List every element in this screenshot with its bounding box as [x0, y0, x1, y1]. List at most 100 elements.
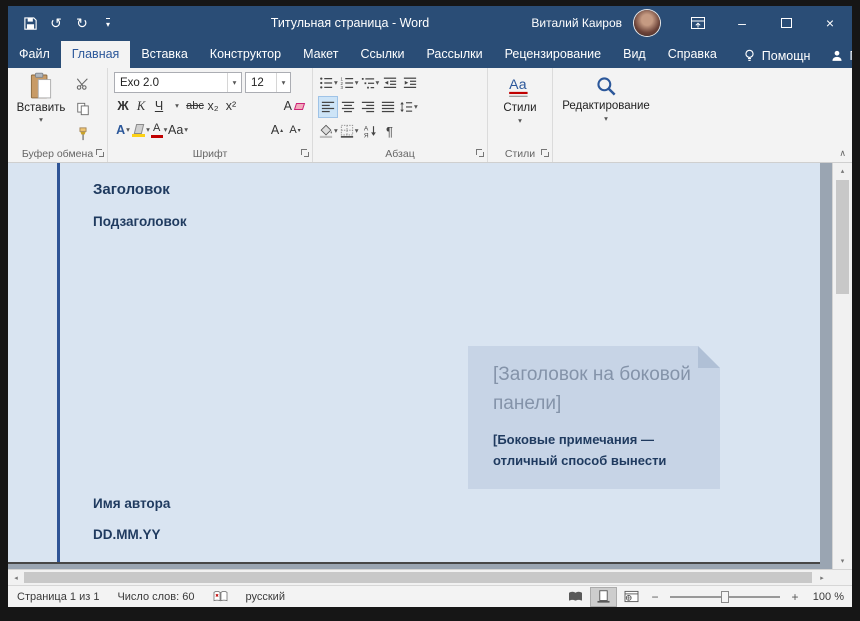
underline-dropdown[interactable]: ▾: [168, 96, 186, 116]
grow-font-button[interactable]: А▴: [268, 120, 286, 140]
highlight-button[interactable]: ▾: [132, 120, 150, 140]
print-layout-button[interactable]: [591, 588, 616, 606]
paste-button[interactable]: Вставить ▾: [13, 72, 69, 138]
paragraph-dialog-launcher[interactable]: [476, 149, 485, 158]
font-size-value: 12: [246, 77, 276, 89]
save-button[interactable]: [18, 11, 42, 35]
doc-author[interactable]: Имя автора: [93, 496, 170, 511]
horizontal-scrollbar[interactable]: ◂ ▸: [8, 569, 852, 585]
read-mode-button[interactable]: [563, 588, 588, 606]
clipboard-dialog-launcher[interactable]: [96, 149, 105, 158]
lightbulb-icon: [742, 48, 757, 63]
increase-indent-button[interactable]: [401, 73, 419, 93]
zoom-in-button[interactable]: +: [787, 589, 803, 605]
clear-formatting-button[interactable]: А: [284, 96, 304, 116]
maximize-button[interactable]: [764, 6, 808, 40]
zoom-out-button[interactable]: −: [647, 589, 663, 605]
tab-insert[interactable]: Вставка: [130, 41, 198, 68]
undo-button[interactable]: ↺: [44, 11, 68, 35]
sort-button[interactable]: [361, 121, 379, 141]
show-formatting-marks-button[interactable]: ¶: [381, 121, 399, 141]
redo-button[interactable]: ↻: [70, 11, 94, 35]
font-size-combo[interactable]: 12 ▾: [245, 72, 291, 93]
tab-mailings[interactable]: Рассылки: [415, 41, 493, 68]
editing-button[interactable]: Редактирование ▾: [556, 72, 656, 158]
decrease-indent-button[interactable]: [381, 73, 399, 93]
tab-home[interactable]: Главная: [61, 41, 131, 68]
scroll-down-button[interactable]: ▾: [833, 553, 852, 569]
triangle-down-icon: ▾: [298, 127, 301, 134]
tab-design[interactable]: Конструктор: [199, 41, 292, 68]
language-indicator[interactable]: русский: [237, 591, 294, 603]
horizontal-scroll-thumb[interactable]: [24, 572, 812, 583]
ribbon-display-options-button[interactable]: [676, 6, 720, 40]
font-name-combo[interactable]: Exo 2.0 ▾: [114, 72, 242, 93]
format-painter-button[interactable]: [74, 124, 92, 144]
change-case-button[interactable]: Aa▾: [168, 120, 188, 140]
close-button[interactable]: ×: [808, 6, 852, 40]
align-center-button[interactable]: [339, 97, 357, 117]
superscript-button[interactable]: x²: [222, 96, 240, 116]
borders-button[interactable]: ▾: [340, 121, 359, 141]
italic-button[interactable]: К: [132, 96, 150, 116]
underline-button[interactable]: Ч: [150, 96, 168, 116]
justify-button[interactable]: [379, 97, 397, 117]
tab-review[interactable]: Рецензирование: [494, 41, 613, 68]
line-spacing-button[interactable]: ▾: [399, 97, 418, 117]
tab-help[interactable]: Справка: [657, 41, 728, 68]
vertical-scroll-thumb[interactable]: [836, 180, 849, 294]
styles-button[interactable]: Стили ▾: [491, 72, 549, 142]
numbering-button[interactable]: ▾: [340, 73, 359, 93]
subscript-button[interactable]: x₂: [204, 96, 222, 116]
panel-title[interactable]: [Заголовок на боковой панели]: [493, 360, 693, 419]
shrink-font-button[interactable]: А▾: [286, 120, 304, 140]
sidebar-panel[interactable]: [Заголовок на боковой панели] [Боковые п…: [468, 346, 720, 489]
align-left-button[interactable]: [319, 97, 337, 117]
minimize-button[interactable]: –: [720, 6, 764, 40]
font-name-dropdown[interactable]: ▾: [227, 73, 241, 92]
word-count[interactable]: Число слов: 60: [108, 591, 203, 603]
avatar[interactable]: [634, 10, 660, 36]
vertical-scrollbar[interactable]: ▴ ▾: [832, 163, 852, 569]
doc-subtitle[interactable]: Подзаголовок: [93, 214, 187, 229]
align-right-button[interactable]: [359, 97, 377, 117]
scroll-right-button[interactable]: ▸: [814, 570, 830, 585]
page-indicator[interactable]: Страница 1 из 1: [8, 591, 108, 603]
text-effects-button[interactable]: А▾: [114, 120, 132, 140]
zoom-level[interactable]: 100 %: [806, 591, 844, 603]
panel-note[interactable]: [Боковые примечания — отличный способ вы…: [493, 429, 698, 472]
proofing-button[interactable]: [204, 590, 237, 603]
font-size-dropdown[interactable]: ▾: [276, 73, 290, 92]
tab-layout[interactable]: Макет: [292, 41, 349, 68]
strikethrough-button[interactable]: abc: [186, 96, 204, 116]
bold-button[interactable]: Ж: [114, 96, 132, 116]
bullets-button[interactable]: ▾: [319, 73, 338, 93]
cut-button[interactable]: [74, 74, 92, 94]
scroll-left-button[interactable]: ◂: [8, 570, 24, 585]
zoom-slider-thumb[interactable]: [721, 591, 729, 603]
document-page[interactable]: Заголовок Подзаголовок [Заголовок на бок…: [8, 163, 820, 564]
user-name[interactable]: Виталий Каиров: [531, 16, 622, 30]
collapse-ribbon-button[interactable]: ∧: [839, 148, 846, 159]
web-layout-button[interactable]: [619, 588, 644, 606]
font-color-button[interactable]: А ▾: [150, 120, 168, 140]
doc-date[interactable]: DD.MM.YY: [93, 527, 161, 542]
copy-button[interactable]: [74, 99, 92, 119]
chevron-down-icon: ▾: [175, 102, 179, 110]
zoom-slider[interactable]: [670, 596, 780, 598]
shading-button[interactable]: ▾: [319, 121, 338, 141]
assistant-button[interactable]: Помощн: [742, 48, 811, 63]
maximize-icon: [781, 18, 792, 28]
tab-view[interactable]: Вид: [612, 41, 657, 68]
font-dialog-launcher[interactable]: [301, 149, 310, 158]
share-button[interactable]: Поделиться: [830, 49, 852, 63]
tab-references[interactable]: Ссылки: [349, 41, 415, 68]
multilevel-list-button[interactable]: ▾: [361, 73, 380, 93]
tab-file[interactable]: Файл: [8, 41, 61, 68]
styles-dialog-launcher[interactable]: [541, 149, 550, 158]
customize-qat-button[interactable]: ▾: [96, 11, 120, 35]
group-editing: Редактирование ▾: [553, 68, 659, 162]
scroll-up-button[interactable]: ▴: [833, 163, 852, 179]
statusbar-right: − + 100 %: [563, 588, 852, 606]
doc-title[interactable]: Заголовок: [93, 181, 170, 198]
